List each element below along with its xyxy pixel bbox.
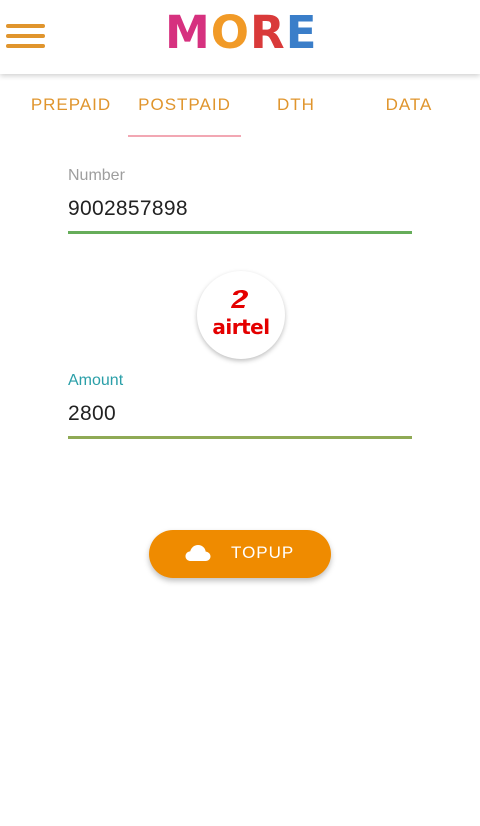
- operator-name: airtel: [212, 315, 270, 339]
- tab-dth[interactable]: DTH: [262, 82, 330, 138]
- more-logo: MORE: [165, 8, 317, 58]
- number-field: Number: [68, 167, 412, 234]
- logo-letter-o: O: [210, 6, 251, 59]
- number-field-underline: [68, 231, 412, 234]
- topup-button[interactable]: TOPUP: [149, 530, 331, 578]
- tab-postpaid[interactable]: POSTPAID: [128, 82, 241, 138]
- amount-field: Amount: [68, 372, 412, 439]
- number-input[interactable]: [68, 195, 412, 223]
- number-field-label: Number: [68, 167, 125, 184]
- topup-label: TOPUP: [231, 543, 295, 562]
- operator-logo[interactable]: airtel: [197, 271, 285, 359]
- logo-letter-r: R: [250, 6, 286, 59]
- amount-field-label: Amount: [68, 372, 124, 389]
- recharge-type-tabs: PREPAID POSTPAID DTH DATA: [0, 82, 480, 140]
- tab-prepaid[interactable]: PREPAID: [22, 82, 120, 138]
- hamburger-menu-icon[interactable]: [6, 22, 46, 50]
- tab-data[interactable]: DATA: [372, 82, 446, 138]
- logo-letter-m: M: [165, 6, 211, 59]
- amount-field-underline: [68, 436, 412, 439]
- logo-letter-e: E: [285, 6, 318, 59]
- app-bar: MORE: [0, 0, 480, 74]
- cloud-icon: [185, 545, 211, 561]
- airtel-logo-icon: [231, 289, 248, 308]
- selected-tab-indicator: [128, 135, 241, 137]
- amount-input[interactable]: [68, 400, 412, 428]
